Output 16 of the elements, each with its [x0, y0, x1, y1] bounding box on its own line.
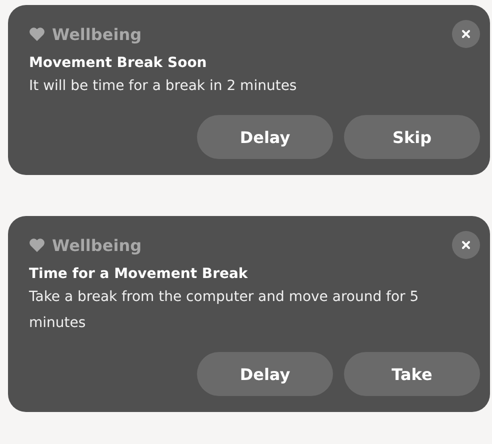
action-button[interactable]: Delay [197, 352, 333, 396]
notification-title: Time for a Movement Break [29, 266, 249, 282]
close-icon [461, 240, 471, 250]
notification-body: It will be time for a break in 2 minutes [29, 77, 298, 96]
heart-icon [29, 238, 45, 252]
app-name: Wellbeing [52, 24, 143, 44]
close-button[interactable] [452, 231, 480, 259]
action-button[interactable]: Skip [344, 115, 480, 159]
notification-title: Movement Break Soon [29, 55, 208, 71]
close-button[interactable] [452, 20, 480, 48]
action-button[interactable]: Take [344, 352, 480, 396]
heart-icon [29, 27, 45, 41]
action-button[interactable]: Delay [197, 115, 333, 159]
app-name: Wellbeing [52, 236, 143, 254]
notification-body: Take a break from the computer and move around for 5 minutes [29, 288, 420, 333]
close-icon [461, 29, 471, 39]
